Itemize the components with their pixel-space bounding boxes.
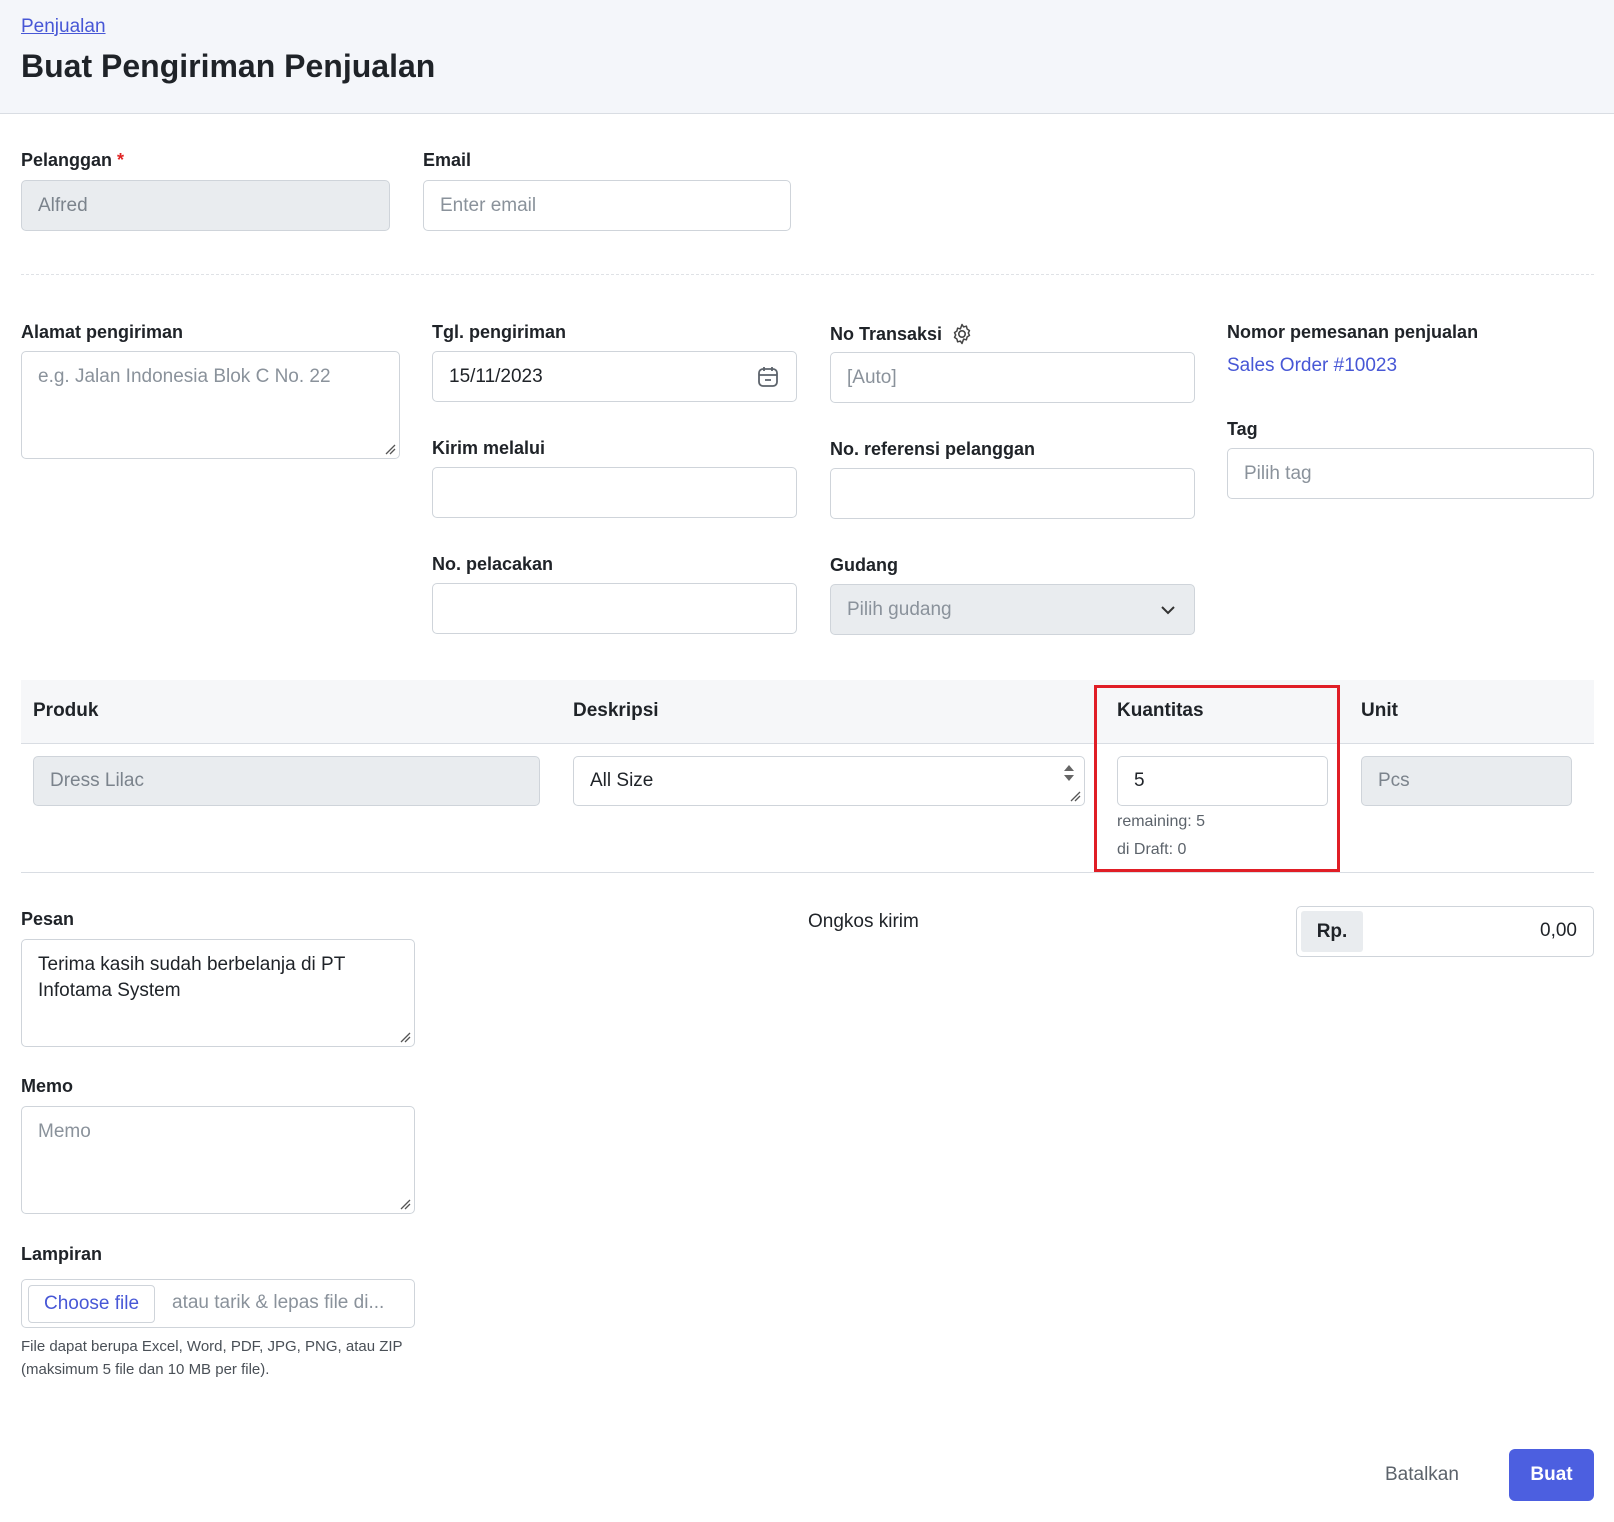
section-divider — [21, 274, 1594, 275]
quantity-highlight-box — [1094, 685, 1340, 872]
dropzone-hint: atau tarik & lepas file di... — [172, 1292, 385, 1313]
shipping-cost-value: 0,00 — [1540, 920, 1577, 941]
spinner-arrows-icon[interactable] — [1062, 762, 1076, 784]
page-title: Buat Pengiriman Penjualan — [21, 48, 436, 84]
shipping-cost-label: Ongkos kirim — [808, 911, 919, 932]
customer-label: Pelanggan * — [21, 150, 125, 170]
table-bottom-divider — [21, 872, 1594, 873]
chevron-down-icon — [1161, 605, 1175, 614]
resize-handle-icon[interactable] — [399, 1031, 411, 1043]
email-field[interactable]: Enter email — [423, 180, 791, 231]
attachment-dropzone[interactable]: Choose file atau tarik & lepas file di..… — [21, 1279, 415, 1328]
attachment-label: Lampiran — [21, 1244, 103, 1264]
shipping-address-label: Alamat pengiriman — [21, 322, 184, 342]
product-table-header — [21, 680, 1594, 744]
cancel-button[interactable]: Batalkan — [1385, 1449, 1459, 1501]
memo-label: Memo — [21, 1076, 74, 1096]
email-label: Email — [423, 150, 472, 170]
memo-field[interactable]: Memo — [21, 1106, 415, 1214]
ship-via-field[interactable] — [432, 467, 797, 518]
shipping-cost-field[interactable]: Rp. 0,00 — [1296, 906, 1594, 957]
transaction-no-field[interactable]: [Auto] — [830, 352, 1195, 403]
gear-icon[interactable] — [950, 322, 974, 346]
ship-date-field[interactable]: 15/11/2023 — [432, 351, 797, 402]
customer-ref-label: No. referensi pelanggan — [830, 439, 1036, 459]
customer-ref-field[interactable] — [830, 468, 1195, 519]
tracking-no-field[interactable] — [432, 583, 797, 634]
shipping-address-field[interactable]: e.g. Jalan Indonesia Blok C No. 22 — [21, 351, 400, 459]
customer-field[interactable]: Alfred — [21, 180, 390, 231]
attachment-help: File dapat berupa Excel, Word, PDF, JPG,… — [21, 1338, 403, 1378]
column-header-product: Produk — [33, 700, 99, 721]
currency-prefix: Rp. — [1301, 911, 1363, 952]
message-label: Pesan — [21, 909, 75, 929]
tag-label: Tag — [1227, 419, 1258, 439]
submit-button[interactable]: Buat — [1509, 1449, 1594, 1501]
sales-order-link[interactable]: Sales Order #10023 — [1227, 355, 1397, 377]
warehouse-label: Gudang — [830, 555, 898, 575]
ship-date-label: Tgl. pengiriman — [432, 322, 567, 342]
warehouse-select[interactable]: Pilih gudang — [830, 584, 1195, 635]
tag-field[interactable]: Pilih tag — [1227, 448, 1594, 499]
choose-file-button[interactable]: Choose file — [28, 1285, 155, 1323]
product-field[interactable]: Dress Lilac — [33, 756, 540, 806]
unit-field[interactable]: Pcs — [1361, 756, 1572, 806]
resize-handle-icon[interactable] — [399, 1198, 411, 1210]
resize-handle-icon[interactable] — [384, 443, 396, 455]
breadcrumb-penjualan[interactable]: Penjualan — [21, 16, 106, 38]
column-header-unit: Unit — [1361, 700, 1398, 721]
calendar-icon[interactable] — [756, 365, 780, 389]
description-field[interactable]: All Size — [573, 756, 1085, 806]
resize-handle-icon[interactable] — [1069, 790, 1081, 802]
tracking-no-label: No. pelacakan — [432, 554, 554, 574]
ship-via-label: Kirim melalui — [432, 438, 546, 458]
column-header-description: Deskripsi — [573, 700, 659, 721]
transaction-no-label: No Transaksi — [830, 322, 974, 346]
message-field[interactable]: Terima kasih sudah berbelanja di PT Info… — [21, 939, 415, 1047]
sales-order-label: Nomor pemesanan penjualan — [1227, 322, 1479, 342]
